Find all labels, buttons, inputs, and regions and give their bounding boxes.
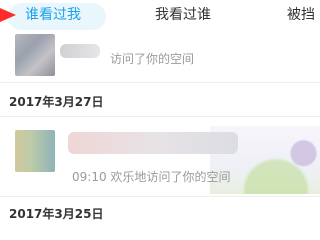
blurred-username [68, 132, 238, 154]
tab-bar: 谁看过我 我看过谁 被挡 [0, 0, 320, 30]
divider [0, 196, 320, 197]
red-arrow-icon [0, 8, 16, 22]
tab-who-i-viewed[interactable]: 我看过谁 [155, 0, 211, 30]
date-section: 2017年3月25日 [0, 200, 320, 230]
visit-list-item[interactable]: 09:10 欢乐地访问了你的空间 [0, 126, 320, 194]
visit-description: 访问了你的空间 [110, 52, 195, 66]
blurred-username [60, 44, 100, 58]
visit-text: 访问了你的空间 [146, 170, 231, 184]
divider [0, 116, 320, 117]
visit-list-item[interactable]: 访问了你的空间 [0, 30, 320, 82]
divider [0, 82, 320, 83]
tab-blocked[interactable]: 被挡 [287, 0, 315, 30]
date-section: 2017年3月27日 [0, 86, 320, 116]
visit-time: 09:10 [72, 170, 107, 184]
date-header: 2017年3月27日 [9, 95, 104, 109]
avatar[interactable] [15, 34, 55, 76]
avatar[interactable] [15, 130, 55, 172]
visit-description: 09:10 欢乐地访问了你的空间 [72, 168, 230, 185]
visitor-name: 欢乐地 [110, 170, 147, 184]
date-header: 2017年3月25日 [9, 207, 104, 221]
tab-who-viewed-me[interactable]: 谁看过我 [25, 0, 81, 30]
